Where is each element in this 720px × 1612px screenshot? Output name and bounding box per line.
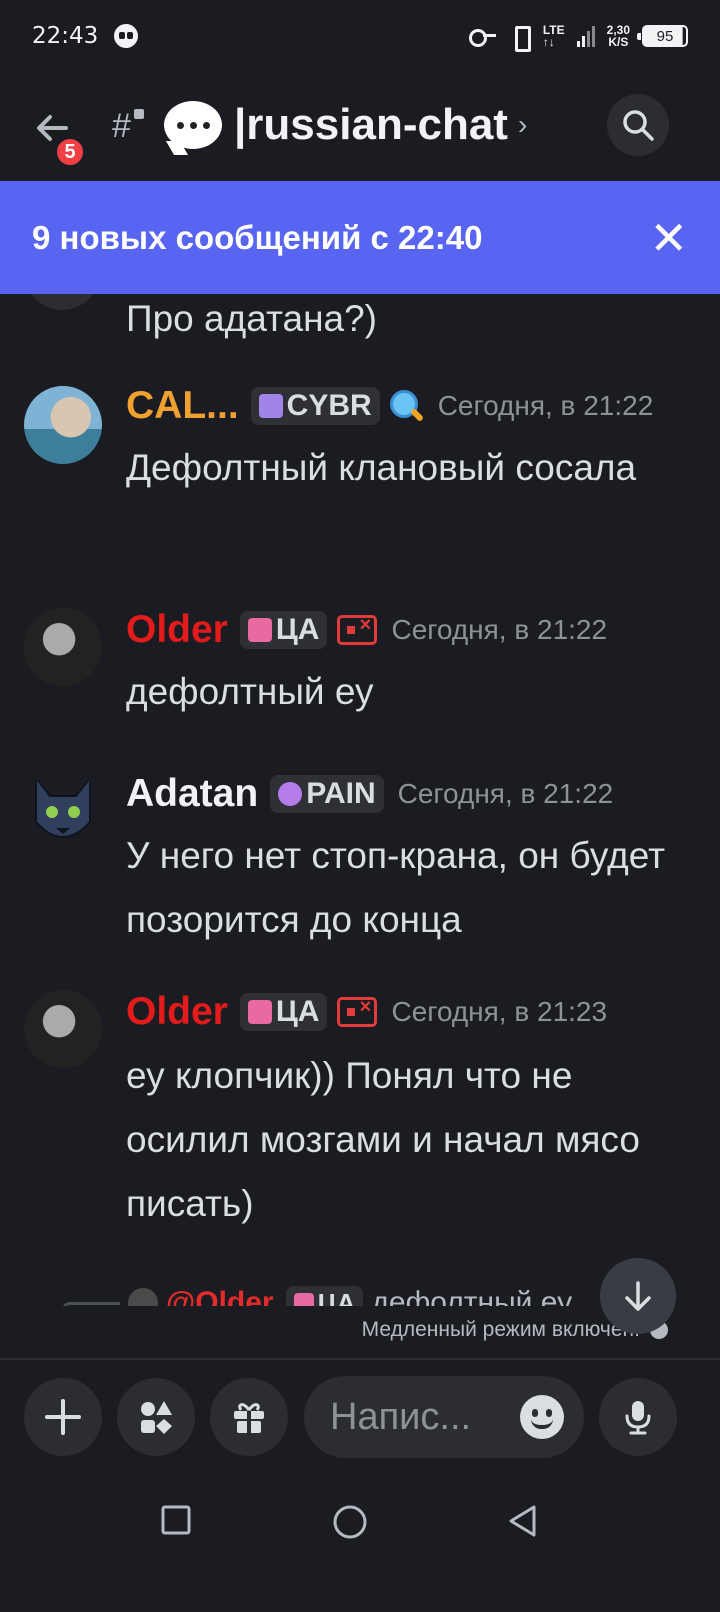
- status-bar: 22:43 LTE ↑↓ 2,30 K/S 95: [0, 0, 720, 72]
- reply-connector: [62, 1302, 120, 1306]
- lock-icon: [134, 109, 144, 119]
- timestamp: Сегодня, в 21:22: [391, 614, 608, 645]
- close-banner-button[interactable]: ✕: [649, 215, 688, 261]
- timestamp: Сегодня, в 21:22: [437, 390, 654, 421]
- message-text: Дефолтный клановый сосала: [126, 447, 637, 488]
- add-attachment-button[interactable]: [24, 1378, 102, 1456]
- clan-tag[interactable]: ЦА: [239, 611, 328, 649]
- network-type: LTE ↑↓: [543, 24, 565, 48]
- timestamp: Сегодня, в 21:23: [391, 996, 608, 1027]
- username[interactable]: Older: [126, 990, 228, 1034]
- username[interactable]: CAL...: [126, 384, 239, 428]
- clan-tag-label: ЦА: [275, 613, 320, 646]
- microphone-icon: [625, 1401, 651, 1435]
- vibrate-icon: [509, 24, 531, 52]
- mushroom-icon: [247, 618, 272, 642]
- scroll-to-bottom-button[interactable]: [600, 1258, 676, 1334]
- search-button[interactable]: [607, 94, 669, 156]
- network-speed: 2,30 K/S: [607, 24, 630, 48]
- avatar: [128, 1288, 158, 1306]
- apps-icon: [141, 1401, 172, 1434]
- avatar[interactable]: [24, 772, 102, 850]
- gift-icon: [234, 1403, 264, 1433]
- sword-icon: [258, 394, 283, 418]
- message-text: У него нет стоп-крана, он будет позоритс…: [126, 835, 666, 940]
- avatar[interactable]: [24, 386, 102, 464]
- clan-tag[interactable]: CYBR: [250, 387, 380, 425]
- username[interactable]: Adatan: [126, 772, 258, 816]
- new-messages-banner[interactable]: 9 новых сообщений с 22:40 ✕: [0, 181, 720, 294]
- status-icons: LTE ↑↓ 2,30 K/S 95: [468, 24, 688, 52]
- gift-button[interactable]: [210, 1378, 288, 1456]
- chevron-right-icon: ›: [517, 109, 528, 140]
- message-text: еу клопчик)) Понял что не осилил мозгами…: [126, 1055, 640, 1224]
- mushroom-icon: [293, 1293, 314, 1306]
- voice-message-button[interactable]: [599, 1378, 677, 1456]
- muted-icon: [337, 614, 378, 645]
- message-list[interactable]: Про адатана?) CAL... CYBR Сегодня, в 21:…: [0, 294, 720, 1306]
- reply-text: дефолтный еу: [371, 1286, 573, 1306]
- system-navigation-bar: [0, 1480, 720, 1562]
- mushroom-icon: [247, 1000, 272, 1024]
- status-time: 22:43: [32, 23, 99, 49]
- recent-apps-icon[interactable]: [160, 1504, 192, 1536]
- divider: [0, 1358, 720, 1360]
- speech-bubble-icon: [164, 101, 222, 149]
- message-header: Adatan PAIN Сегодня, в 21:22: [126, 772, 613, 816]
- timestamp: Сегодня, в 21:22: [397, 778, 614, 809]
- avatar[interactable]: [24, 294, 100, 310]
- message-text: дефолтный еу: [126, 671, 374, 712]
- battery-icon: 95: [637, 25, 688, 47]
- channel-hash-icon: #: [112, 107, 144, 146]
- vpn-key-icon: [468, 29, 497, 47]
- username[interactable]: Older: [126, 608, 228, 652]
- message-header: Older ЦА Сегодня, в 21:23: [126, 990, 607, 1034]
- channel-header: 5 # |russian-chat ›: [0, 72, 720, 187]
- search-icon: [623, 110, 654, 141]
- speed-unit: K/S: [608, 35, 629, 49]
- battery-level: 95: [656, 27, 674, 45]
- message-text: Про адатана?): [126, 298, 377, 339]
- network-arrows: ↑↓: [542, 35, 555, 49]
- clan-tag: ЦА: [285, 1285, 364, 1307]
- message-composer: Напис...: [0, 1376, 720, 1460]
- unread-badge: 5: [54, 136, 86, 168]
- apps-button[interactable]: [117, 1378, 195, 1456]
- back-nav-icon[interactable]: [506, 1504, 540, 1538]
- channel-title[interactable]: |russian-chat ›: [164, 100, 527, 150]
- home-icon[interactable]: [332, 1504, 368, 1540]
- avatar[interactable]: [24, 990, 102, 1068]
- message-input-placeholder: Напис...: [330, 1395, 472, 1438]
- message-input[interactable]: Напис...: [304, 1376, 584, 1458]
- slowmode-text: Медленный режим включён.: [361, 1318, 640, 1341]
- clan-tag-label: CYBR: [286, 389, 372, 422]
- message-header: CAL... CYBR Сегодня, в 21:22: [126, 384, 653, 428]
- signal-icon: [576, 25, 595, 47]
- magnifying-glass-icon: [388, 388, 424, 424]
- emoji-icon[interactable]: [520, 1395, 564, 1439]
- plus-icon: [45, 1399, 81, 1435]
- new-messages-text: 9 новых сообщений с 22:40: [32, 218, 483, 256]
- muted-icon: [337, 996, 378, 1027]
- flame-icon: [278, 782, 303, 806]
- wolf-avatar-icon: [35, 775, 91, 838]
- avatar[interactable]: [24, 608, 102, 686]
- reply-preview[interactable]: @Older ЦА дефолтный еу: [62, 1284, 572, 1306]
- reply-mention[interactable]: @Older: [166, 1286, 274, 1306]
- channel-name: |russian-chat: [234, 100, 508, 149]
- clan-tag-label: PAIN: [306, 777, 376, 810]
- clan-tag-label: ЦА: [275, 995, 320, 1028]
- clan-tag[interactable]: PAIN: [270, 775, 384, 813]
- clan-tag[interactable]: ЦА: [239, 993, 328, 1031]
- clan-tag-label: ЦА: [317, 1287, 356, 1307]
- message-header: Older ЦА Сегодня, в 21:22: [126, 608, 607, 652]
- app-notification-icon: [114, 24, 139, 48]
- arrow-down-icon: [625, 1281, 651, 1311]
